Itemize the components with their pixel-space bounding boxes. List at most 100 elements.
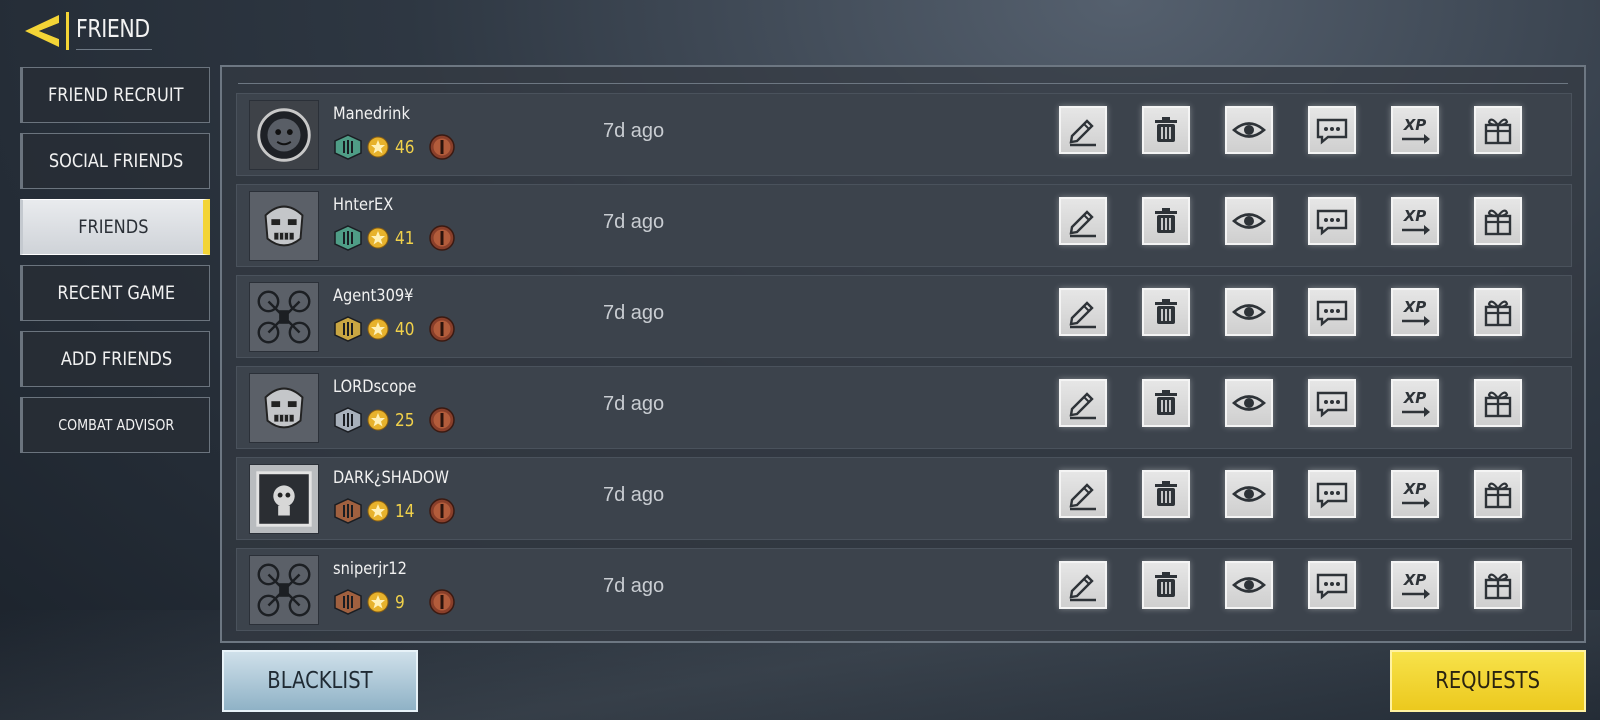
friend-row[interactable]: DARK¿SHADOW 14 7d ago XP bbox=[236, 457, 1572, 540]
delete-button[interactable] bbox=[1142, 106, 1190, 154]
message-button[interactable] bbox=[1308, 379, 1356, 427]
xp-transfer-icon: XP bbox=[1397, 476, 1433, 512]
friend-badges: 9 bbox=[333, 589, 455, 615]
view-button[interactable] bbox=[1225, 197, 1273, 245]
edit-button[interactable] bbox=[1059, 470, 1107, 518]
level-star-icon bbox=[367, 500, 389, 522]
gift-button[interactable] bbox=[1474, 106, 1522, 154]
tab-label: COMBAT ADVISOR bbox=[57, 416, 175, 434]
view-icon bbox=[1231, 203, 1267, 239]
header-divider bbox=[66, 12, 69, 50]
back-arrow-icon bbox=[25, 15, 59, 47]
friend-level: 46 bbox=[395, 136, 415, 158]
delete-button[interactable] bbox=[1142, 197, 1190, 245]
edit-button[interactable] bbox=[1059, 106, 1107, 154]
level-star-icon bbox=[367, 409, 389, 431]
gift-button[interactable] bbox=[1474, 470, 1522, 518]
message-icon bbox=[1314, 203, 1350, 239]
prestige-icon bbox=[429, 316, 455, 342]
tab-recent-game[interactable]: RECENT GAME bbox=[20, 265, 210, 321]
avatar[interactable] bbox=[249, 100, 319, 170]
edit-button[interactable] bbox=[1059, 197, 1107, 245]
gift-icon bbox=[1480, 567, 1516, 603]
svg-text:XP: XP bbox=[1403, 207, 1427, 225]
tab-friends[interactable]: FRIENDS bbox=[20, 199, 210, 255]
xp-transfer-icon: XP bbox=[1397, 112, 1433, 148]
avatar[interactable] bbox=[249, 555, 319, 625]
level-star-icon bbox=[367, 591, 389, 613]
xp-transfer-button[interactable]: XP bbox=[1391, 106, 1439, 154]
view-icon bbox=[1231, 294, 1267, 330]
last-seen: 7d ago bbox=[603, 393, 665, 415]
friend-badges: 14 bbox=[333, 498, 455, 524]
avatar[interactable] bbox=[249, 464, 319, 534]
friend-badges: 46 bbox=[333, 134, 455, 160]
view-button[interactable] bbox=[1225, 561, 1273, 609]
view-icon bbox=[1231, 112, 1267, 148]
last-seen: 7d ago bbox=[603, 211, 665, 233]
level-star-icon bbox=[367, 136, 389, 158]
friend-name: HnterEX bbox=[333, 195, 394, 215]
xp-transfer-button[interactable]: XP bbox=[1391, 197, 1439, 245]
delete-button[interactable] bbox=[1142, 379, 1190, 427]
xp-transfer-icon: XP bbox=[1397, 567, 1433, 603]
avatar[interactable] bbox=[249, 282, 319, 352]
row-actions: XP bbox=[1059, 379, 1557, 427]
tab-social-friends[interactable]: SOCIAL FRIENDS bbox=[20, 133, 210, 189]
tab-friend-recruit[interactable]: FRIEND RECRUIT bbox=[20, 67, 210, 123]
friend-row[interactable]: Manedrink 46 7d ago XP bbox=[236, 93, 1572, 176]
tab-label: FRIEND RECRUIT bbox=[48, 84, 184, 106]
tab-combat-advisor[interactable]: COMBAT ADVISOR bbox=[20, 397, 210, 453]
skull-mask-avatar-icon bbox=[250, 374, 318, 442]
delete-icon bbox=[1148, 112, 1184, 148]
friend-level: 40 bbox=[395, 318, 415, 340]
prestige-icon bbox=[429, 134, 455, 160]
xp-transfer-button[interactable]: XP bbox=[1391, 561, 1439, 609]
friend-row[interactable]: LORDscope 25 7d ago XP bbox=[236, 366, 1572, 449]
view-button[interactable] bbox=[1225, 470, 1273, 518]
friend-row[interactable]: sniperjr12 9 7d ago XP bbox=[236, 548, 1572, 631]
message-icon bbox=[1314, 294, 1350, 330]
edit-icon bbox=[1065, 385, 1101, 421]
xp-transfer-button[interactable]: XP bbox=[1391, 379, 1439, 427]
blacklist-button[interactable]: BLACKLIST bbox=[222, 650, 418, 712]
edit-button[interactable] bbox=[1059, 288, 1107, 336]
friend-row[interactable]: Agent309¥ 40 7d ago XP bbox=[236, 275, 1572, 358]
back-button[interactable] bbox=[18, 10, 64, 52]
tab-add-friends[interactable]: ADD FRIENDS bbox=[20, 331, 210, 387]
view-button[interactable] bbox=[1225, 288, 1273, 336]
friends-list[interactable]: Manedrink 46 7d ago XP HnterEX 41 7d ago XP Agen… bbox=[236, 93, 1572, 639]
xp-transfer-icon: XP bbox=[1397, 203, 1433, 239]
page-title: FRIEND bbox=[76, 14, 150, 43]
message-button[interactable] bbox=[1308, 288, 1356, 336]
level-star-icon bbox=[367, 318, 389, 340]
message-button[interactable] bbox=[1308, 106, 1356, 154]
edit-button[interactable] bbox=[1059, 379, 1107, 427]
message-button[interactable] bbox=[1308, 197, 1356, 245]
message-icon bbox=[1314, 476, 1350, 512]
edit-button[interactable] bbox=[1059, 561, 1107, 609]
gift-button[interactable] bbox=[1474, 197, 1522, 245]
xp-transfer-button[interactable]: XP bbox=[1391, 288, 1439, 336]
view-button[interactable] bbox=[1225, 106, 1273, 154]
xp-transfer-button[interactable]: XP bbox=[1391, 470, 1439, 518]
view-icon bbox=[1231, 567, 1267, 603]
gift-button[interactable] bbox=[1474, 561, 1522, 609]
message-button[interactable] bbox=[1308, 561, 1356, 609]
avatar[interactable] bbox=[249, 373, 319, 443]
delete-button[interactable] bbox=[1142, 561, 1190, 609]
svg-text:XP: XP bbox=[1403, 298, 1427, 316]
row-actions: XP bbox=[1059, 470, 1557, 518]
gift-button[interactable] bbox=[1474, 379, 1522, 427]
message-button[interactable] bbox=[1308, 470, 1356, 518]
view-button[interactable] bbox=[1225, 379, 1273, 427]
gift-button[interactable] bbox=[1474, 288, 1522, 336]
avatar[interactable] bbox=[249, 191, 319, 261]
friend-row[interactable]: HnterEX 41 7d ago XP bbox=[236, 184, 1572, 267]
delete-button[interactable] bbox=[1142, 470, 1190, 518]
requests-button[interactable]: REQUESTS bbox=[1390, 650, 1586, 712]
friend-level: 41 bbox=[395, 227, 415, 249]
level-star-icon bbox=[367, 227, 389, 249]
prestige-icon bbox=[429, 589, 455, 615]
delete-button[interactable] bbox=[1142, 288, 1190, 336]
